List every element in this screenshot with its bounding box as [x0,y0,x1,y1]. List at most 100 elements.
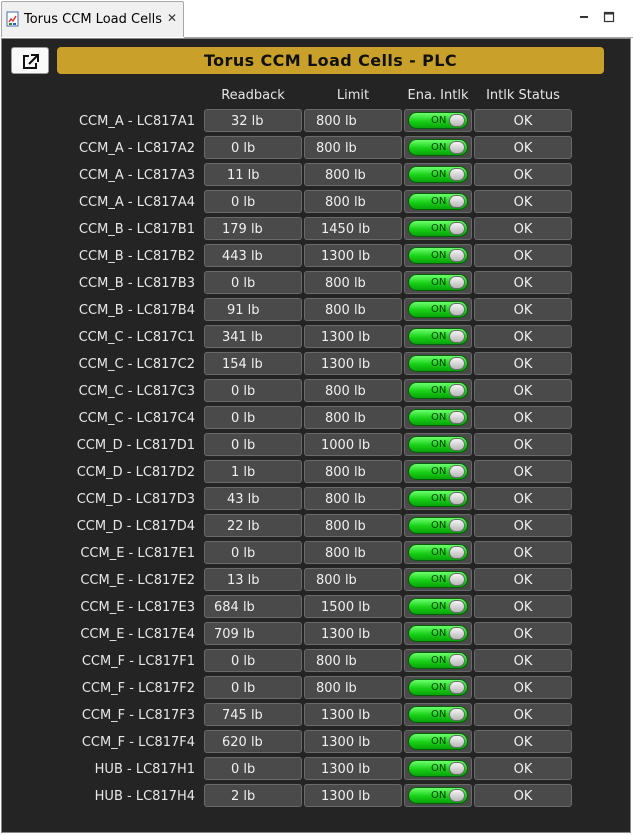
limit-text: 1300 lb [321,627,371,642]
toggle-state-label: ON [431,277,447,288]
limit-field[interactable]: 800 lb [304,136,402,159]
table-row: CCM_A - LC817A1 32 lb 800 lb ON OK [2,109,632,134]
limit-field[interactable]: 800 lb [304,568,402,591]
interlock-enable-toggle[interactable]: ON [408,382,468,399]
limit-text: 800 lb [325,519,366,534]
readback-text: 0 lb [231,654,256,669]
interlock-enable-toggle[interactable]: ON [408,625,468,642]
interlock-enable-cell: ON [404,217,472,240]
limit-field[interactable]: 1300 lb [304,784,402,807]
limit-field[interactable]: 1300 lb [304,730,402,753]
limit-field[interactable]: 800 lb [304,676,402,699]
interlock-enable-toggle[interactable]: ON [408,544,468,561]
limit-field[interactable]: 1300 lb [304,244,402,267]
column-header-enable-interlock: Ena. Intlk [407,88,469,103]
interlock-enable-toggle[interactable]: ON [408,247,468,264]
interlock-enable-toggle[interactable]: ON [408,598,468,615]
limit-field[interactable]: 1450 lb [304,217,402,240]
interlock-enable-toggle[interactable]: ON [408,409,468,426]
interlock-status: OK [474,136,572,159]
limit-field[interactable]: 1300 lb [304,325,402,348]
limit-field[interactable]: 800 lb [304,541,402,564]
readback-text: 341 lb [222,330,263,345]
limit-field[interactable]: 1300 lb [304,757,402,780]
interlock-enable-toggle[interactable]: ON [408,166,468,183]
interlock-enable-toggle[interactable]: ON [408,355,468,372]
interlock-enable-toggle[interactable]: ON [408,193,468,210]
interlock-enable-toggle[interactable]: ON [408,652,468,669]
limit-text: 1300 lb [321,762,371,777]
interlock-enable-toggle[interactable]: ON [408,706,468,723]
limit-field[interactable]: 1300 lb [304,622,402,645]
limit-field[interactable]: 800 lb [304,460,402,483]
limit-text: 800 lb [325,546,366,561]
limit-field[interactable]: 800 lb [304,649,402,672]
limit-field[interactable]: 800 lb [304,298,402,321]
readback-text: 22 lb [227,519,260,534]
interlock-status: OK [474,271,572,294]
toggle-state-label: ON [431,493,447,504]
interlock-enable-toggle[interactable]: ON [408,328,468,345]
readback-text: 620 lb [222,735,263,750]
interlock-status: OK [474,703,572,726]
interlock-enable-toggle[interactable]: ON [408,301,468,318]
interlock-enable-cell: ON [404,271,472,294]
toggle-state-label: ON [431,709,447,720]
interlock-enable-toggle[interactable]: ON [408,679,468,696]
toggle-knob-icon [449,492,465,505]
load-cell-name: CCM_F - LC817F3 [81,708,195,723]
readback-text: 0 lb [231,276,256,291]
limit-field[interactable]: 800 lb [304,190,402,213]
open-external-button[interactable] [11,47,49,74]
limit-field[interactable]: 1500 lb [304,595,402,618]
load-cell-name: CCM_F - LC817F2 [81,681,195,696]
load-cell-name: CCM_B - LC817B2 [78,249,195,264]
toggle-knob-icon [449,708,465,721]
interlock-enable-toggle[interactable]: ON [408,490,468,507]
readback-text: 11 lb [227,168,260,183]
table-row: CCM_B - LC817B1 179 lb 1450 lb ON OK [2,217,632,242]
interlock-enable-toggle[interactable]: ON [408,760,468,777]
limit-field[interactable]: 1300 lb [304,703,402,726]
readback-text: 43 lb [227,492,260,507]
readback-text: 179 lb [222,222,263,237]
interlock-enable-cell: ON [404,568,472,591]
interlock-enable-cell: ON [404,244,472,267]
interlock-enable-toggle[interactable]: ON [408,463,468,480]
limit-field[interactable]: 800 lb [304,271,402,294]
interlock-enable-cell: ON [404,190,472,213]
interlock-enable-toggle[interactable]: ON [408,733,468,750]
limit-field[interactable]: 800 lb [304,514,402,537]
tab-torus-ccm-load-cells[interactable]: Torus CCM Load Cells ✕ [1,1,184,37]
load-cell-name: CCM_D - LC817D2 [76,465,195,480]
toggle-knob-icon [449,141,465,154]
minimize-icon[interactable] [576,9,592,25]
readback-value: 684 lb [204,595,302,618]
limit-field[interactable]: 800 lb [304,163,402,186]
interlock-enable-toggle[interactable]: ON [408,517,468,534]
toggle-knob-icon [449,519,465,532]
readback-value: 709 lb [204,622,302,645]
limit-field[interactable]: 800 lb [304,109,402,132]
table-row: CCM_B - LC817B3 0 lb 800 lb ON OK [2,271,632,296]
interlock-enable-cell: ON [404,757,472,780]
readback-text: 443 lb [222,249,263,264]
interlock-enable-toggle[interactable]: ON [408,112,468,129]
limit-field[interactable]: 1300 lb [304,352,402,375]
interlock-enable-toggle[interactable]: ON [408,436,468,453]
load-cell-name: CCM_B - LC817B4 [78,303,195,318]
interlock-enable-toggle[interactable]: ON [408,571,468,588]
limit-field[interactable]: 800 lb [304,487,402,510]
readback-text: 0 lb [231,411,256,426]
limit-field[interactable]: 800 lb [304,406,402,429]
close-icon[interactable]: ✕ [167,11,177,25]
interlock-enable-toggle[interactable]: ON [408,787,468,804]
limit-field[interactable]: 1000 lb [304,433,402,456]
toggle-knob-icon [449,384,465,397]
limit-field[interactable]: 800 lb [304,379,402,402]
maximize-icon[interactable] [601,9,617,25]
interlock-enable-toggle[interactable]: ON [408,274,468,291]
interlock-status: OK [474,244,572,267]
interlock-enable-toggle[interactable]: ON [408,139,468,156]
interlock-enable-toggle[interactable]: ON [408,220,468,237]
